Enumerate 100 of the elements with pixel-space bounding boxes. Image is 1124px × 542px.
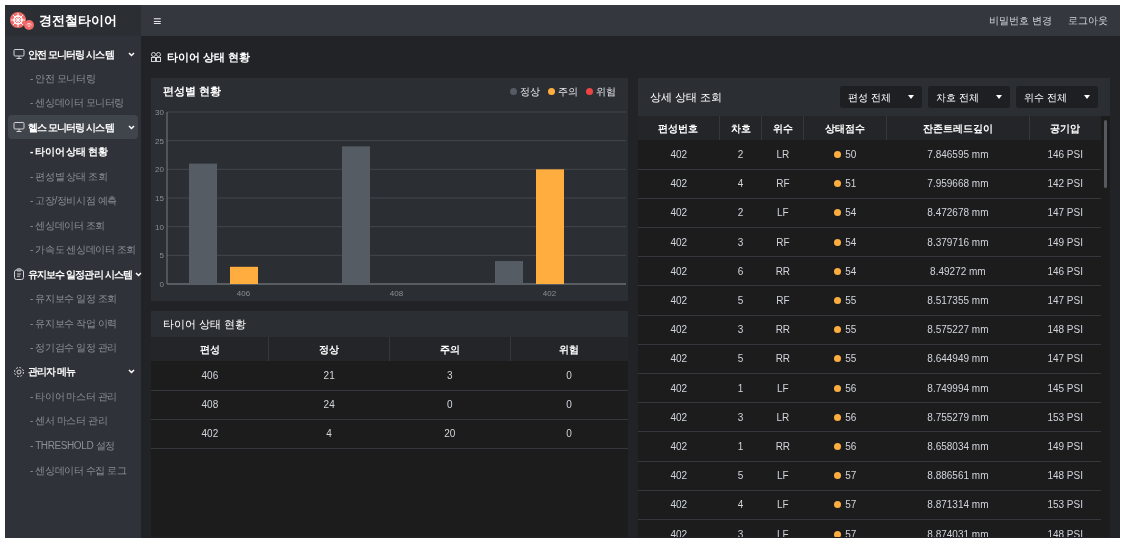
table-cell: 145 PSI	[1029, 373, 1101, 403]
scrollbar-thumb[interactable]	[1104, 120, 1107, 188]
column-header[interactable]: 위수	[761, 116, 804, 140]
column-header[interactable]: 편성	[151, 337, 269, 361]
caret-icon	[908, 95, 914, 99]
monitor-icon	[13, 121, 25, 134]
score-text: 55	[845, 323, 857, 338]
sidebar-item[interactable]: - 타이어 상태 현황	[8, 139, 138, 164]
sidebar-item[interactable]: - 가속도 센싱데이터 조회	[8, 237, 138, 263]
sidebar-item[interactable]: - 타이어 마스터 관리	[8, 383, 138, 409]
table-cell: 402	[638, 256, 720, 286]
chevron-icon	[128, 124, 135, 130]
column-header[interactable]: 위험	[510, 337, 628, 361]
table-cell: 6	[719, 256, 762, 286]
table-cell: 149 PSI	[1029, 431, 1101, 462]
sidebar-item[interactable]: - 편성별 상태 조회	[8, 163, 138, 189]
table-cell: LF	[761, 519, 804, 537]
column-header[interactable]: 상태점수	[804, 116, 887, 140]
score-text: 54	[845, 264, 857, 279]
table-cell: 8.658034 mm	[886, 431, 1030, 462]
table-cell: 402	[638, 431, 720, 462]
table-cell: 8.379716 mm	[886, 227, 1030, 257]
score-text: 56	[845, 439, 857, 454]
chevron-icon	[128, 369, 135, 375]
table-cell: 408	[151, 390, 269, 419]
sidebar-item[interactable]: - 안전 모니터링	[8, 66, 138, 91]
sidebar-item[interactable]: - THRESHOLD 설정	[8, 433, 138, 458]
table-cell: 402	[638, 140, 720, 170]
filter-dropdown[interactable]: 위수 전체	[1016, 86, 1098, 108]
sidebar-item[interactable]: - 센싱데이터 모니터링	[8, 90, 138, 116]
sidebar-item[interactable]: - 유지보수 작업 이력	[8, 310, 138, 336]
table-cell: 3	[719, 315, 762, 345]
table-cell: 8.644949 mm	[886, 344, 1030, 374]
gear-icon	[13, 365, 25, 378]
column-header[interactable]: 주의	[389, 337, 511, 361]
column-header[interactable]: 차호	[719, 116, 762, 140]
brand-name: 경전철타이어	[39, 11, 117, 30]
table-cell: 153 PSI	[1029, 402, 1101, 432]
sidebar-group[interactable]: 안전 모니터링 시스템	[8, 42, 138, 66]
score-text: 54	[845, 235, 857, 250]
table-cell: RR	[761, 344, 804, 374]
score-text: 54	[845, 206, 857, 221]
table-cell: 146 PSI	[1029, 256, 1101, 286]
table-cell: 402	[638, 344, 720, 374]
table-cell: 3	[719, 519, 762, 537]
top-link[interactable]: 비밀번호 변경	[989, 13, 1052, 28]
top-link[interactable]: 로그아웃	[1068, 13, 1108, 28]
table-cell: 8.871314 mm	[886, 490, 1030, 520]
score-text: 50	[845, 147, 857, 162]
table-cell: 148 PSI	[1029, 519, 1101, 537]
table-cell: 402	[638, 402, 720, 432]
menu-button[interactable]: ≡	[153, 13, 162, 28]
table-cell: 0	[389, 390, 511, 419]
sidebar-group[interactable]: 유지보수 일정관리 시스템	[8, 262, 138, 287]
table-cell: 402	[638, 373, 720, 403]
column-header[interactable]: 편성번호	[638, 116, 720, 140]
table-cell: 402	[638, 519, 720, 537]
sidebar-group[interactable]: 헬스 모니터링 시스템	[8, 115, 138, 140]
sidebar-item[interactable]: - 유지보수 일정 조회	[8, 286, 138, 311]
table-cell: 8.49272 mm	[886, 256, 1030, 286]
x-tick-label: 406	[236, 289, 251, 298]
y-tick-label: 30	[155, 108, 164, 117]
table-cell: 402	[638, 198, 720, 228]
filter-dropdown[interactable]: 차호 전체	[928, 86, 1010, 108]
table-cell: 8.517355 mm	[886, 285, 1030, 316]
table-cell: 0	[510, 390, 628, 419]
table-cell: 402	[638, 461, 720, 491]
table-cell: 2	[719, 140, 762, 170]
column-header[interactable]: 잔존트레드깊이	[886, 116, 1030, 140]
table-cell: 5	[719, 285, 762, 316]
table-cell: 2	[719, 198, 762, 228]
sidebar-item[interactable]: - 정기검수 일정 관리	[8, 335, 138, 360]
table-cell: 8.874031 mm	[886, 519, 1030, 537]
chevron-icon	[128, 51, 135, 57]
sidebar-item[interactable]: - 센싱데이터 수집 로그	[8, 457, 138, 483]
table-cell: LF	[761, 461, 804, 491]
sidebar-item[interactable]: - 센서 마스터 관리	[8, 408, 138, 434]
table-cell: RF	[761, 285, 804, 316]
clipboard-icon	[13, 268, 25, 281]
sidebar-group[interactable]: 관리자 메뉴	[8, 359, 138, 384]
table-cell: 142 PSI	[1029, 169, 1101, 199]
table-cell: 402	[638, 227, 720, 257]
y-tick-label: 20	[155, 165, 164, 175]
panel-title: 상세 상태 조회	[650, 89, 723, 105]
x-tick-label: 408	[389, 289, 404, 298]
column-header[interactable]: 정상	[268, 337, 390, 361]
sidebar-item[interactable]: - 고장/정비시점 예측	[8, 188, 138, 213]
score-text: 57	[845, 469, 857, 484]
table-cell: RF	[761, 227, 804, 257]
table-cell: RR	[761, 256, 804, 286]
table-cell: 147 PSI	[1029, 344, 1101, 374]
bar	[495, 261, 523, 284]
table-cell: 8.749994 mm	[886, 373, 1030, 403]
table-cell: LF	[761, 490, 804, 520]
sidebar-item[interactable]: - 센싱데이터 조회	[8, 212, 138, 238]
table-cell: 149 PSI	[1029, 227, 1101, 257]
y-tick-label: 25	[155, 136, 164, 146]
filter-dropdown[interactable]: 편성 전체	[840, 86, 922, 108]
tire-logo-icon	[9, 10, 35, 31]
column-header[interactable]: 공기압	[1029, 116, 1101, 140]
